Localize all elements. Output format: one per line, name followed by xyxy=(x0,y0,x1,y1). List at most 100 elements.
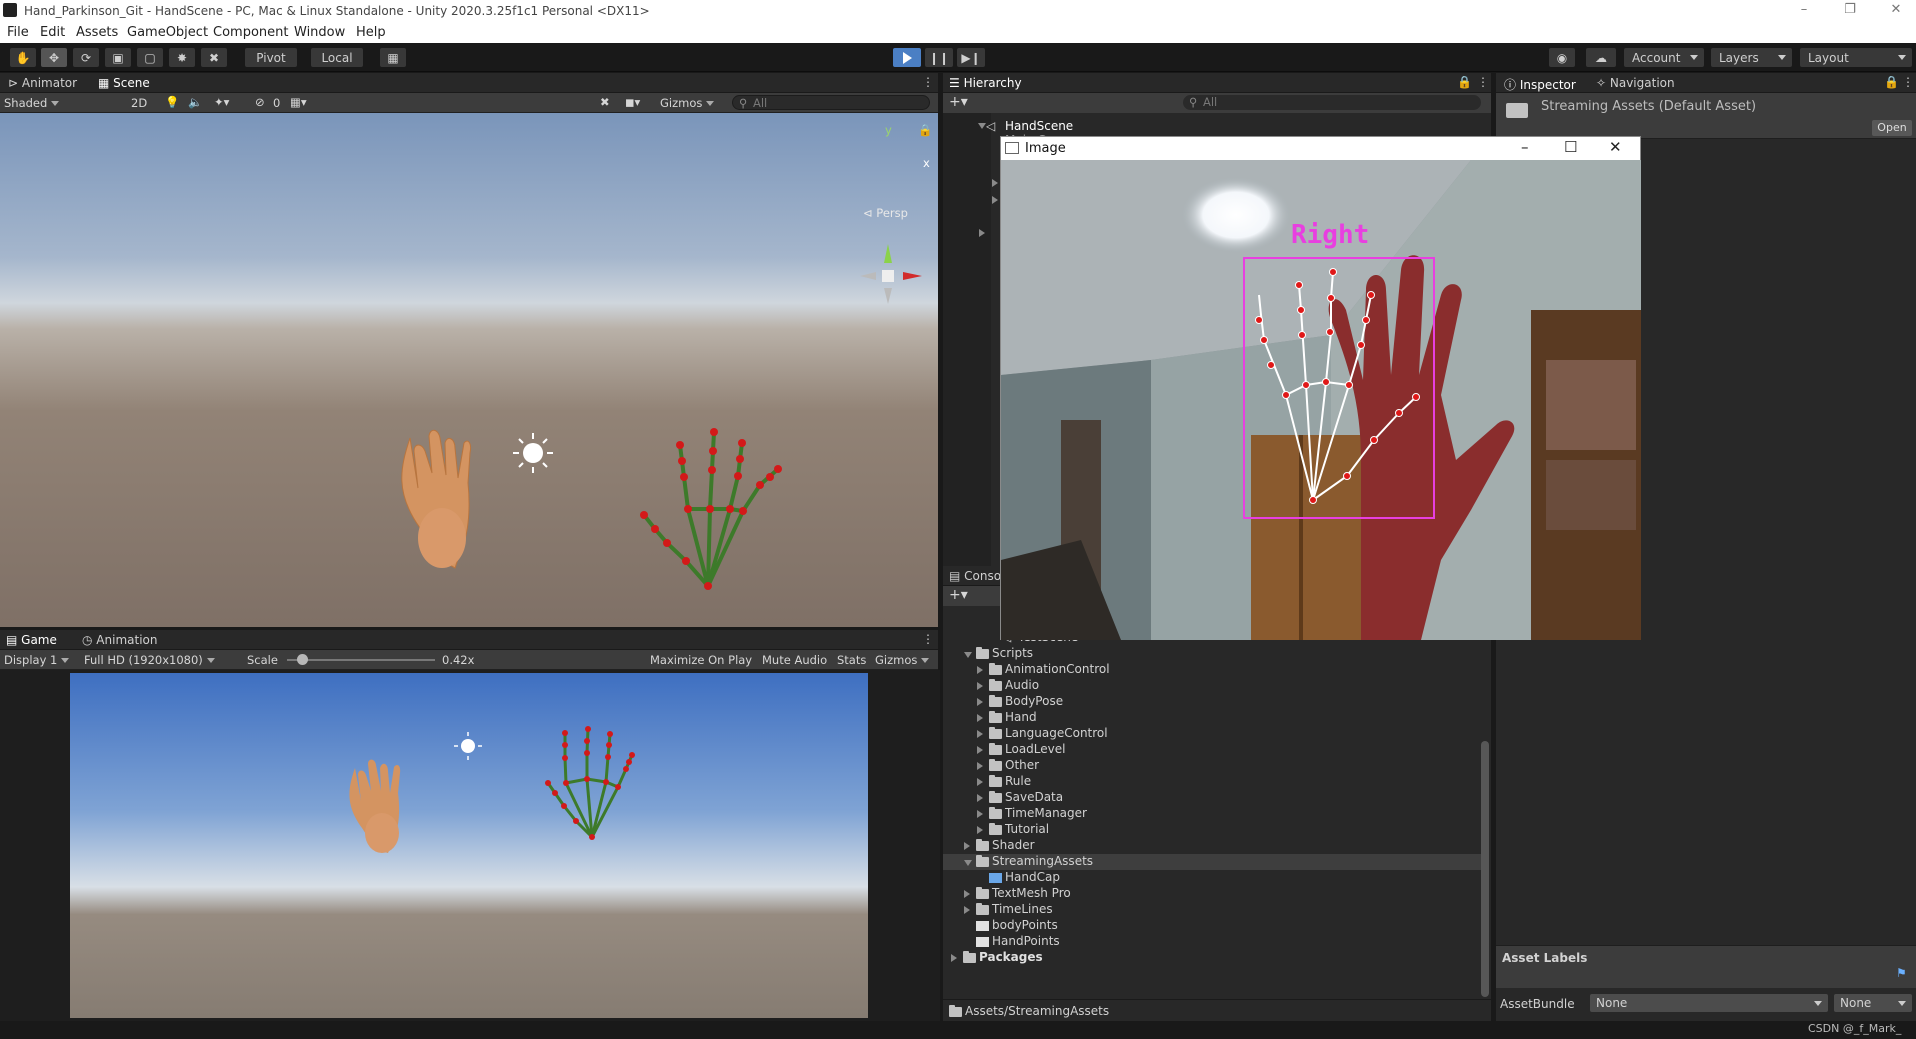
project-tree-row[interactable]: Other xyxy=(943,758,1481,774)
menu-assets[interactable]: Assets xyxy=(76,25,118,40)
pivot-button[interactable]: Pivot xyxy=(245,48,297,67)
hand-tool-icon[interactable]: ✋ xyxy=(10,48,36,67)
project-tree-row[interactable]: LoadLevel xyxy=(943,742,1481,758)
menu-file[interactable]: File xyxy=(7,25,29,40)
minimize-icon[interactable]: – xyxy=(1790,2,1818,17)
add-icon[interactable]: +▾ xyxy=(949,94,968,110)
assetbundle-dropdown[interactable]: None xyxy=(1590,994,1828,1012)
project-tree-row[interactable]: SaveData xyxy=(943,790,1481,806)
tab-animator[interactable]: ⊳ Animator xyxy=(8,76,77,90)
close-icon[interactable]: ✕ xyxy=(1882,2,1910,17)
expand-arrow-icon[interactable] xyxy=(964,652,972,658)
game-viewport[interactable] xyxy=(70,673,868,1018)
menu-window[interactable]: Window xyxy=(294,25,345,40)
project-tree-row[interactable]: Hand xyxy=(943,710,1481,726)
layers-dropdown[interactable]: Layers xyxy=(1711,48,1792,67)
scale-tool-icon[interactable]: ▣ xyxy=(105,48,131,67)
rotate-tool-icon[interactable]: ⟳ xyxy=(73,48,99,67)
expand-arrow-icon[interactable] xyxy=(979,229,985,237)
restore-icon[interactable]: ❐ xyxy=(1836,2,1864,17)
expand-arrow-icon[interactable] xyxy=(977,682,983,690)
hierarchy-search-input[interactable]: ⚲ All xyxy=(1183,95,1481,110)
camera-image-window[interactable]: Image – ☐ ✕ Right xyxy=(1000,136,1641,640)
project-tree-row[interactable]: Tutorial xyxy=(943,822,1481,838)
project-tree-row[interactable]: BodyPose xyxy=(943,694,1481,710)
display-dropdown[interactable]: Display 1 xyxy=(4,653,70,667)
tab-console[interactable]: ▤ Conso xyxy=(949,569,1001,583)
stats-toggle[interactable]: Stats xyxy=(837,653,866,667)
expand-arrow-icon[interactable] xyxy=(977,778,983,786)
expand-arrow-icon[interactable] xyxy=(977,698,983,706)
menu-component[interactable]: Component xyxy=(213,25,288,40)
rect-tool-icon[interactable]: ▢ xyxy=(137,48,163,67)
collab-icon[interactable]: ◉ xyxy=(1549,48,1575,67)
shading-dropdown[interactable]: Shaded xyxy=(4,96,60,110)
mute-audio-toggle[interactable]: Mute Audio xyxy=(762,653,827,667)
tab-scene[interactable]: ▦ Scene xyxy=(98,76,150,90)
expand-arrow-icon[interactable] xyxy=(964,890,970,898)
expand-arrow-icon[interactable] xyxy=(977,730,983,738)
expand-arrow-icon[interactable] xyxy=(977,666,983,674)
audio-icon[interactable]: 🔈 xyxy=(188,95,202,109)
hierarchy-root[interactable]: HandScene xyxy=(1005,119,1073,133)
game-gizmos-dropdown[interactable]: Gizmos xyxy=(875,653,930,667)
scene-search-input[interactable]: ⚲ All xyxy=(732,95,930,110)
project-scrollbar[interactable] xyxy=(1481,741,1489,997)
variant-dropdown[interactable]: None xyxy=(1834,994,1912,1012)
lock-icon[interactable]: 🔒 xyxy=(1884,75,1899,89)
project-tree-row[interactable]: bodyPoints xyxy=(943,918,1481,934)
project-tree-row[interactable]: TimeLines xyxy=(943,902,1481,918)
2d-toggle[interactable]: 2D xyxy=(131,96,147,110)
local-button[interactable]: Local xyxy=(311,48,363,67)
project-tree-row[interactable]: Audio xyxy=(943,678,1481,694)
project-tree-row[interactable]: Scripts xyxy=(943,646,1481,662)
project-tree-row[interactable]: TimeManager xyxy=(943,806,1481,822)
tools-icon[interactable]: ✖ xyxy=(600,95,610,109)
hidden-objects-icon[interactable]: ⊘ xyxy=(255,95,265,109)
play-button[interactable] xyxy=(893,48,921,67)
tab-navigation[interactable]: ✧ Navigation xyxy=(1596,76,1675,90)
lock-icon[interactable]: 🔒 xyxy=(1457,75,1472,89)
project-tree-row[interactable]: Shader xyxy=(943,838,1481,854)
lock-icon[interactable]: 🔒 xyxy=(918,123,932,137)
more-menu-icon[interactable]: ⋮ xyxy=(1477,75,1489,89)
scene-viewport[interactable]: y x ⊲ Persp 🔒 xyxy=(0,113,938,627)
expand-arrow-icon[interactable] xyxy=(964,860,972,866)
tab-hierarchy[interactable]: ☰ Hierarchy xyxy=(949,76,1022,90)
grid-icon[interactable]: ▦▾ xyxy=(290,95,307,109)
scale-slider-thumb[interactable] xyxy=(296,654,308,665)
cloud-icon[interactable]: ☁ xyxy=(1586,48,1616,67)
project-tree-row[interactable]: Rule xyxy=(943,774,1481,790)
lighting-icon[interactable]: 💡 xyxy=(165,95,179,109)
view-gizmo[interactable] xyxy=(860,244,922,304)
expand-arrow-icon[interactable] xyxy=(964,842,970,850)
menu-help[interactable]: Help xyxy=(356,25,386,40)
project-tree-row[interactable]: LanguageControl xyxy=(943,726,1481,742)
more-menu-icon[interactable]: ⋮ xyxy=(922,75,934,89)
scale-slider-track[interactable] xyxy=(287,654,435,665)
camera-icon[interactable]: ◼▾ xyxy=(625,95,640,109)
project-tree-row[interactable]: HandPoints xyxy=(943,934,1481,950)
more-menu-icon[interactable]: ⋮ xyxy=(922,632,934,646)
menu-gameobject[interactable]: GameObject xyxy=(127,25,208,40)
minimize-icon[interactable]: – xyxy=(1521,138,1529,156)
gizmos-dropdown[interactable]: Gizmos xyxy=(660,96,715,110)
project-tree-row[interactable]: StreamingAssets xyxy=(943,854,1481,870)
project-tree-row[interactable]: Packages xyxy=(943,950,1481,966)
expand-arrow-icon[interactable] xyxy=(977,714,983,722)
menu-edit[interactable]: Edit xyxy=(40,25,65,40)
grid-snap-icon[interactable]: ▦ xyxy=(380,48,406,67)
maximize-on-play-toggle[interactable]: Maximize On Play xyxy=(650,653,752,667)
more-menu-icon[interactable]: ⋮ xyxy=(1902,75,1914,89)
expand-arrow-icon[interactable] xyxy=(992,179,998,187)
open-button[interactable]: Open xyxy=(1872,120,1912,136)
expand-arrow-icon[interactable] xyxy=(964,906,970,914)
expand-arrow-icon[interactable] xyxy=(951,954,957,962)
expand-arrow-icon[interactable] xyxy=(977,826,983,834)
tag-icon[interactable]: ⚑ xyxy=(1896,966,1907,980)
add-icon[interactable]: +▾ xyxy=(949,587,968,603)
close-icon[interactable]: ✕ xyxy=(1609,138,1622,156)
layout-dropdown[interactable]: Layout xyxy=(1800,48,1912,67)
move-tool-icon[interactable]: ✥ xyxy=(41,48,67,67)
expand-arrow-icon[interactable] xyxy=(977,746,983,754)
